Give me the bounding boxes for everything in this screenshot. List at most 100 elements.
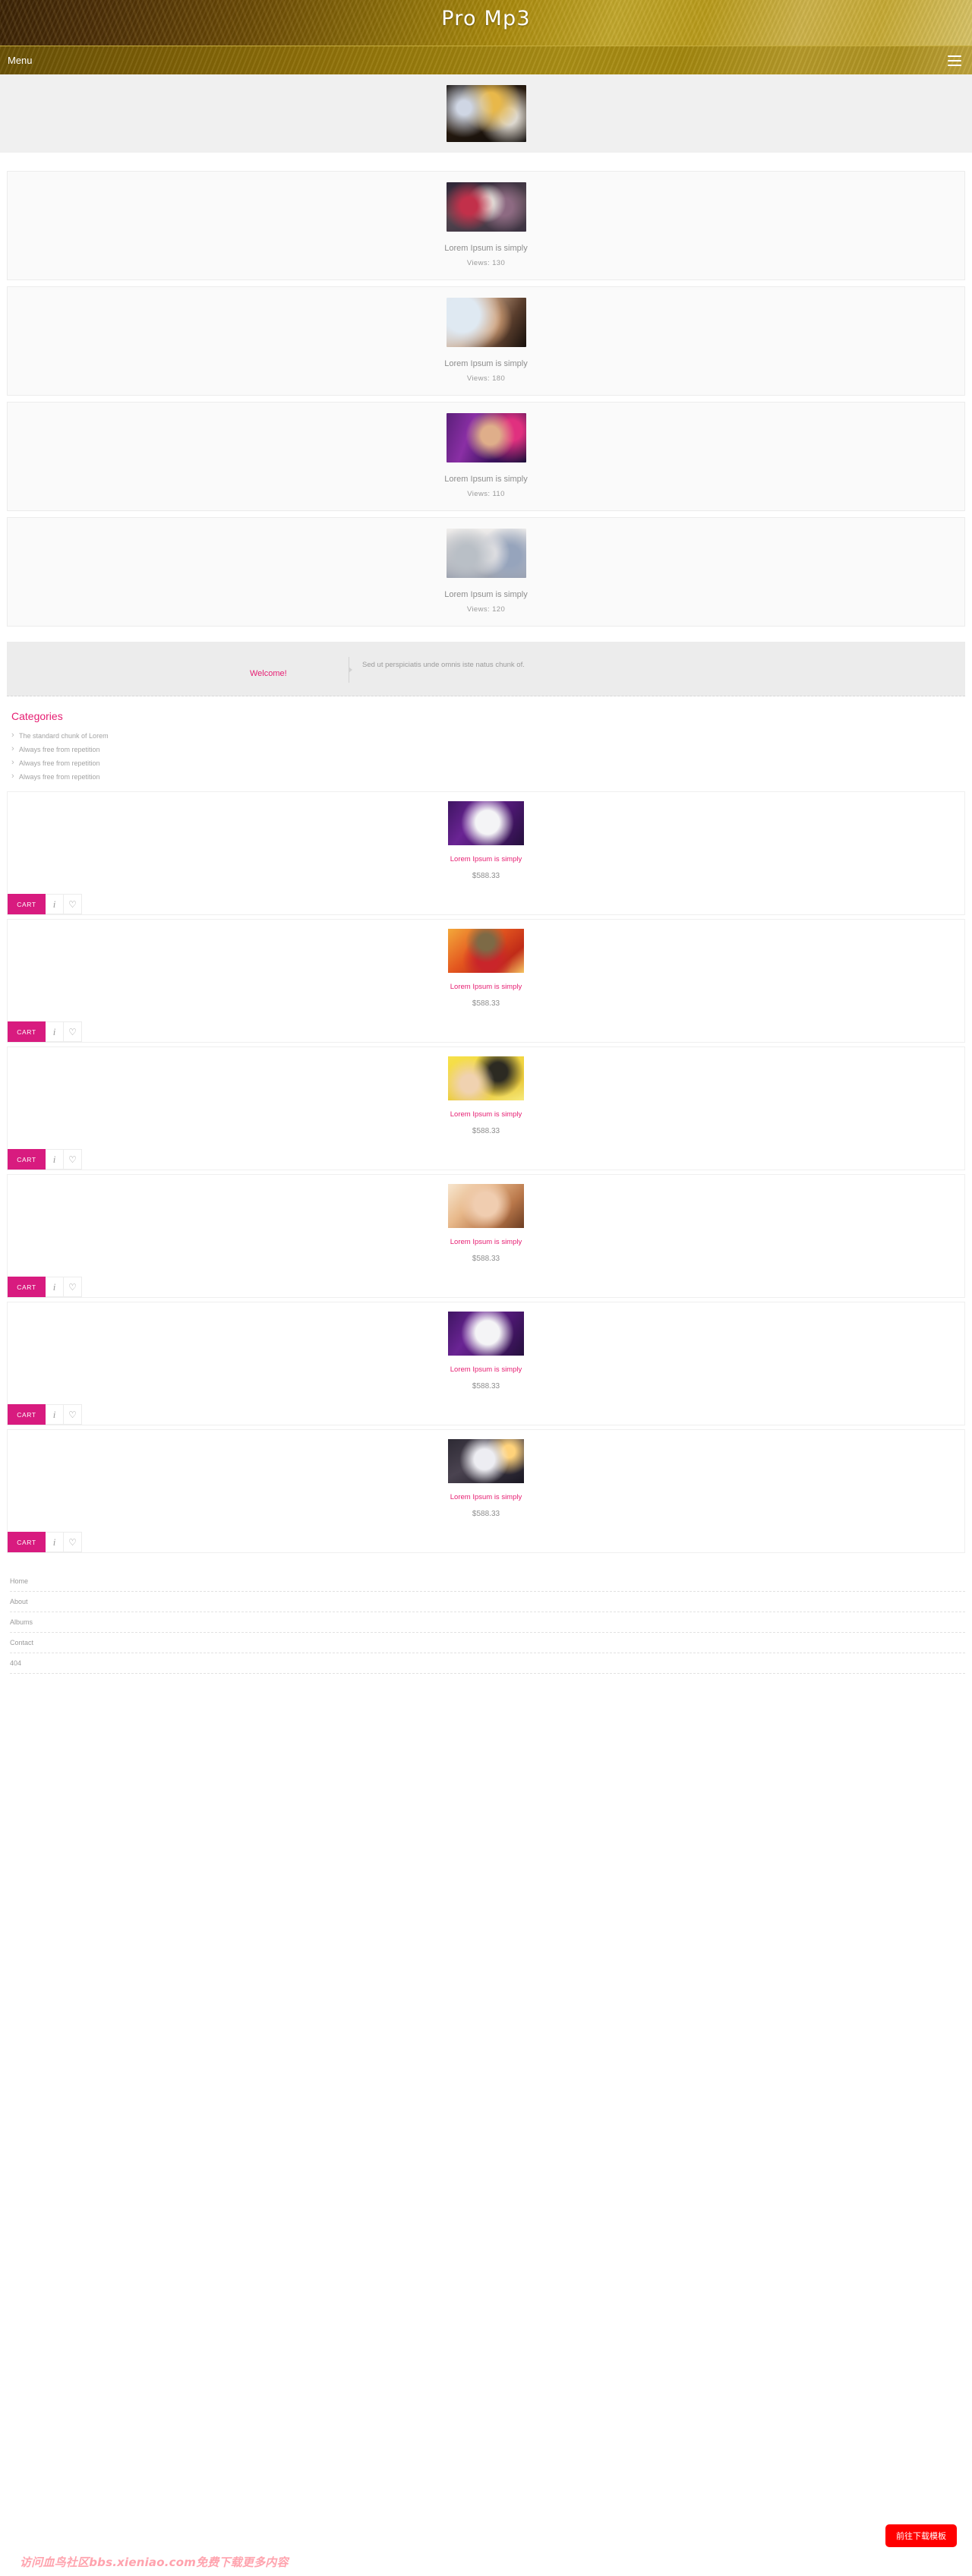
welcome-banner: Welcome! Sed ut perspiciatis unde omnis … [7,642,965,696]
product-price: $588.33 [472,1255,500,1263]
news-views: Views: 130 [8,259,964,267]
product-name[interactable]: Lorem Ipsum is simply [8,855,964,863]
news-thumbnail [446,298,526,347]
info-icon[interactable]: i [46,894,64,914]
news-card[interactable]: Lorem Ipsum is simply Views: 110 [7,402,965,511]
product-actions: CART i ♡ [8,1149,964,1170]
product-image [448,1056,524,1100]
download-template-button[interactable]: 前往下载模板 [885,2524,957,2547]
news-views-label: Views: [467,490,491,498]
product-price: $588.33 [472,1510,500,1518]
news-views-count: 120 [492,605,506,614]
news-views: Views: 180 [8,374,964,383]
news-views-label: Views: [466,259,491,267]
news-thumbnail [446,182,526,232]
product-image [448,1439,524,1483]
product-actions: CART i ♡ [8,1532,964,1552]
product-card[interactable]: Lorem Ipsum is simply $588.33 CART i ♡ [7,1174,965,1298]
news-section: Lorem Ipsum is simply Views: 130 Lorem I… [0,74,972,627]
product-image [448,801,524,845]
info-icon[interactable]: i [46,1404,64,1425]
product-name[interactable]: Lorem Ipsum is simply [8,1365,964,1374]
product-price: $588.33 [472,1382,500,1391]
product-name[interactable]: Lorem Ipsum is simply [8,983,964,991]
news-card[interactable]: Lorem Ipsum is simply Views: 130 [7,171,965,280]
heart-icon[interactable]: ♡ [64,1021,82,1042]
info-icon[interactable]: i [46,1149,64,1170]
category-item[interactable]: The standard chunk of Lorem [11,729,965,743]
news-title: Lorem Ipsum is simply [444,359,528,368]
section-spacer [0,153,972,165]
product-card[interactable]: Lorem Ipsum is simply $588.33 CART i ♡ [7,919,965,1043]
product-card[interactable]: Lorem Ipsum is simply $588.33 CART i ♡ [7,791,965,915]
heart-icon[interactable]: ♡ [64,1277,82,1297]
heart-icon[interactable]: ♡ [64,894,82,914]
info-icon[interactable]: i [46,1532,64,1552]
add-to-cart-button[interactable]: CART [8,1149,46,1170]
news-thumbnail [446,413,526,462]
product-card[interactable]: Lorem Ipsum is simply $588.33 CART i ♡ [7,1429,965,1553]
product-actions: CART i ♡ [8,894,964,914]
heart-icon[interactable]: ♡ [64,1532,82,1552]
add-to-cart-button[interactable]: CART [8,1404,46,1425]
news-card[interactable]: Lorem Ipsum is simply Views: 120 [7,517,965,627]
welcome-title: Welcome! [250,669,287,678]
category-item[interactable]: Always free from repetition [11,756,965,770]
footer-link-home[interactable]: Home [10,1571,965,1592]
hamburger-bar [948,55,961,57]
news-views-count: 130 [492,259,506,267]
product-name[interactable]: Lorem Ipsum is simply [8,1238,964,1246]
info-icon[interactable]: i [46,1021,64,1042]
hamburger-icon[interactable] [948,55,961,66]
footer-link-contact[interactable]: Contact [10,1633,965,1653]
news-title: Lorem Ipsum is simply [444,475,528,484]
product-price: $588.33 [472,1127,500,1135]
product-price: $588.33 [472,999,500,1008]
news-views-count: 110 [492,490,505,498]
product-card[interactable]: Lorem Ipsum is simply $588.33 CART i ♡ [7,1046,965,1170]
footer-link-404[interactable]: 404 [10,1653,965,1674]
product-card[interactable]: Lorem Ipsum is simply $588.33 CART i ♡ [7,1302,965,1425]
news-views-count: 180 [492,374,506,383]
watermark-text: 访问血鸟社区bbs.xieniao.com免费下载更多内容 [20,2555,289,2569]
categories-section: Categories The standard chunk of Lorem A… [7,710,965,784]
news-views: Views: 110 [8,490,964,498]
heart-icon[interactable]: ♡ [64,1149,82,1170]
menu-label[interactable]: Menu [8,55,33,66]
products-section: Lorem Ipsum is simply $588.33 CART i ♡ L… [7,791,965,1553]
info-icon[interactable]: i [46,1277,64,1297]
page-title: Pro Mp3 [441,7,531,30]
product-name[interactable]: Lorem Ipsum is simply [8,1110,964,1119]
add-to-cart-button[interactable]: CART [8,1277,46,1297]
categories-heading: Categories [11,710,63,722]
footer-link-about[interactable]: About [10,1592,965,1612]
hero-image [446,85,526,142]
hamburger-bar [948,60,961,62]
product-actions: CART i ♡ [8,1277,964,1297]
site-footer: Home About Albums Contact 404 [7,1571,965,1674]
product-name[interactable]: Lorem Ipsum is simply [8,1493,964,1501]
product-actions: CART i ♡ [8,1021,964,1042]
news-views: Views: 120 [8,605,964,614]
category-item[interactable]: Always free from repetition [11,743,965,756]
add-to-cart-button[interactable]: CART [8,894,46,914]
hamburger-bar [948,65,961,66]
footer-link-albums[interactable]: Albums [10,1612,965,1633]
product-image [448,929,524,973]
category-item[interactable]: Always free from repetition [11,770,965,784]
welcome-text: Sed ut perspiciatis unde omnis iste natu… [362,661,525,669]
news-card[interactable]: Lorem Ipsum is simply Views: 180 [7,286,965,396]
product-actions: CART i ♡ [8,1404,964,1425]
main-navbar: Menu [0,46,972,74]
news-title: Lorem Ipsum is simply [444,244,528,253]
news-views-label: Views: [466,605,491,614]
news-title: Lorem Ipsum is simply [444,590,528,599]
product-price: $588.33 [472,872,500,880]
hero-block [0,74,972,153]
news-views-label: Views: [466,374,491,383]
heart-icon[interactable]: ♡ [64,1404,82,1425]
add-to-cart-button[interactable]: CART [8,1532,46,1552]
add-to-cart-button[interactable]: CART [8,1021,46,1042]
news-thumbnail [446,529,526,578]
product-image [448,1184,524,1228]
